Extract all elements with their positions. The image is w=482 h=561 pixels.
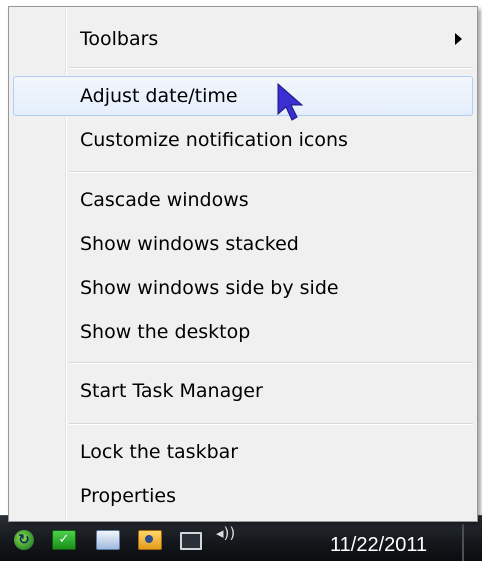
desktop-stage: ↻ ✓ ◂)) 11/22/2011 Toolbars Adjust date/… [0,0,482,561]
menu-item-label: Show the desktop [80,321,251,343]
menu-item-show-windows-side-by-side[interactable]: Show windows side by side [13,268,473,308]
menu-item-label: Customize notification icons [80,129,348,151]
menu-item-label: Cascade windows [80,189,249,211]
menu-item-label: Lock the taskbar [80,441,239,463]
menu-item-label: Show windows side by side [80,277,339,299]
show-desktop-divider [462,524,464,561]
menu-item-label: Adjust date/time [80,85,238,107]
menu-item-label: Toolbars [80,28,159,50]
menu-item-toolbars[interactable]: Toolbars [13,19,473,59]
network-icon[interactable] [180,532,202,550]
flag-icon[interactable] [96,530,120,550]
menu-item-label: Start Task Manager [80,380,263,402]
taskbar-context-menu: Toolbars Adjust date/time Customize noti… [8,6,478,522]
menu-separator [69,171,473,173]
volume-icon[interactable]: ◂)) [216,524,235,542]
checkmark-icon[interactable]: ✓ [52,530,76,550]
menu-item-start-task-manager[interactable]: Start Task Manager [13,371,473,411]
menu-item-label: Show windows stacked [80,233,299,255]
menu-item-adjust-date-time[interactable]: Adjust date/time [13,76,473,116]
menu-separator [69,362,473,364]
menu-item-cascade-windows[interactable]: Cascade windows [13,180,473,220]
sync-icon[interactable]: ↻ [14,530,34,550]
menu-item-customize-notification-icons[interactable]: Customize notification icons [13,120,473,160]
menu-separator [69,67,473,69]
clock-date[interactable]: 11/22/2011 [330,534,427,557]
folder-icon[interactable] [138,530,162,550]
menu-item-show-the-desktop[interactable]: Show the desktop [13,312,473,352]
menu-item-properties[interactable]: Properties [13,476,473,516]
menu-separator [69,423,473,425]
menu-item-show-windows-stacked[interactable]: Show windows stacked [13,224,473,264]
mouse-cursor-icon [277,82,304,121]
submenu-arrow-icon [455,33,462,45]
menu-item-lock-the-taskbar[interactable]: Lock the taskbar [13,432,473,472]
menu-item-label: Properties [80,485,177,507]
